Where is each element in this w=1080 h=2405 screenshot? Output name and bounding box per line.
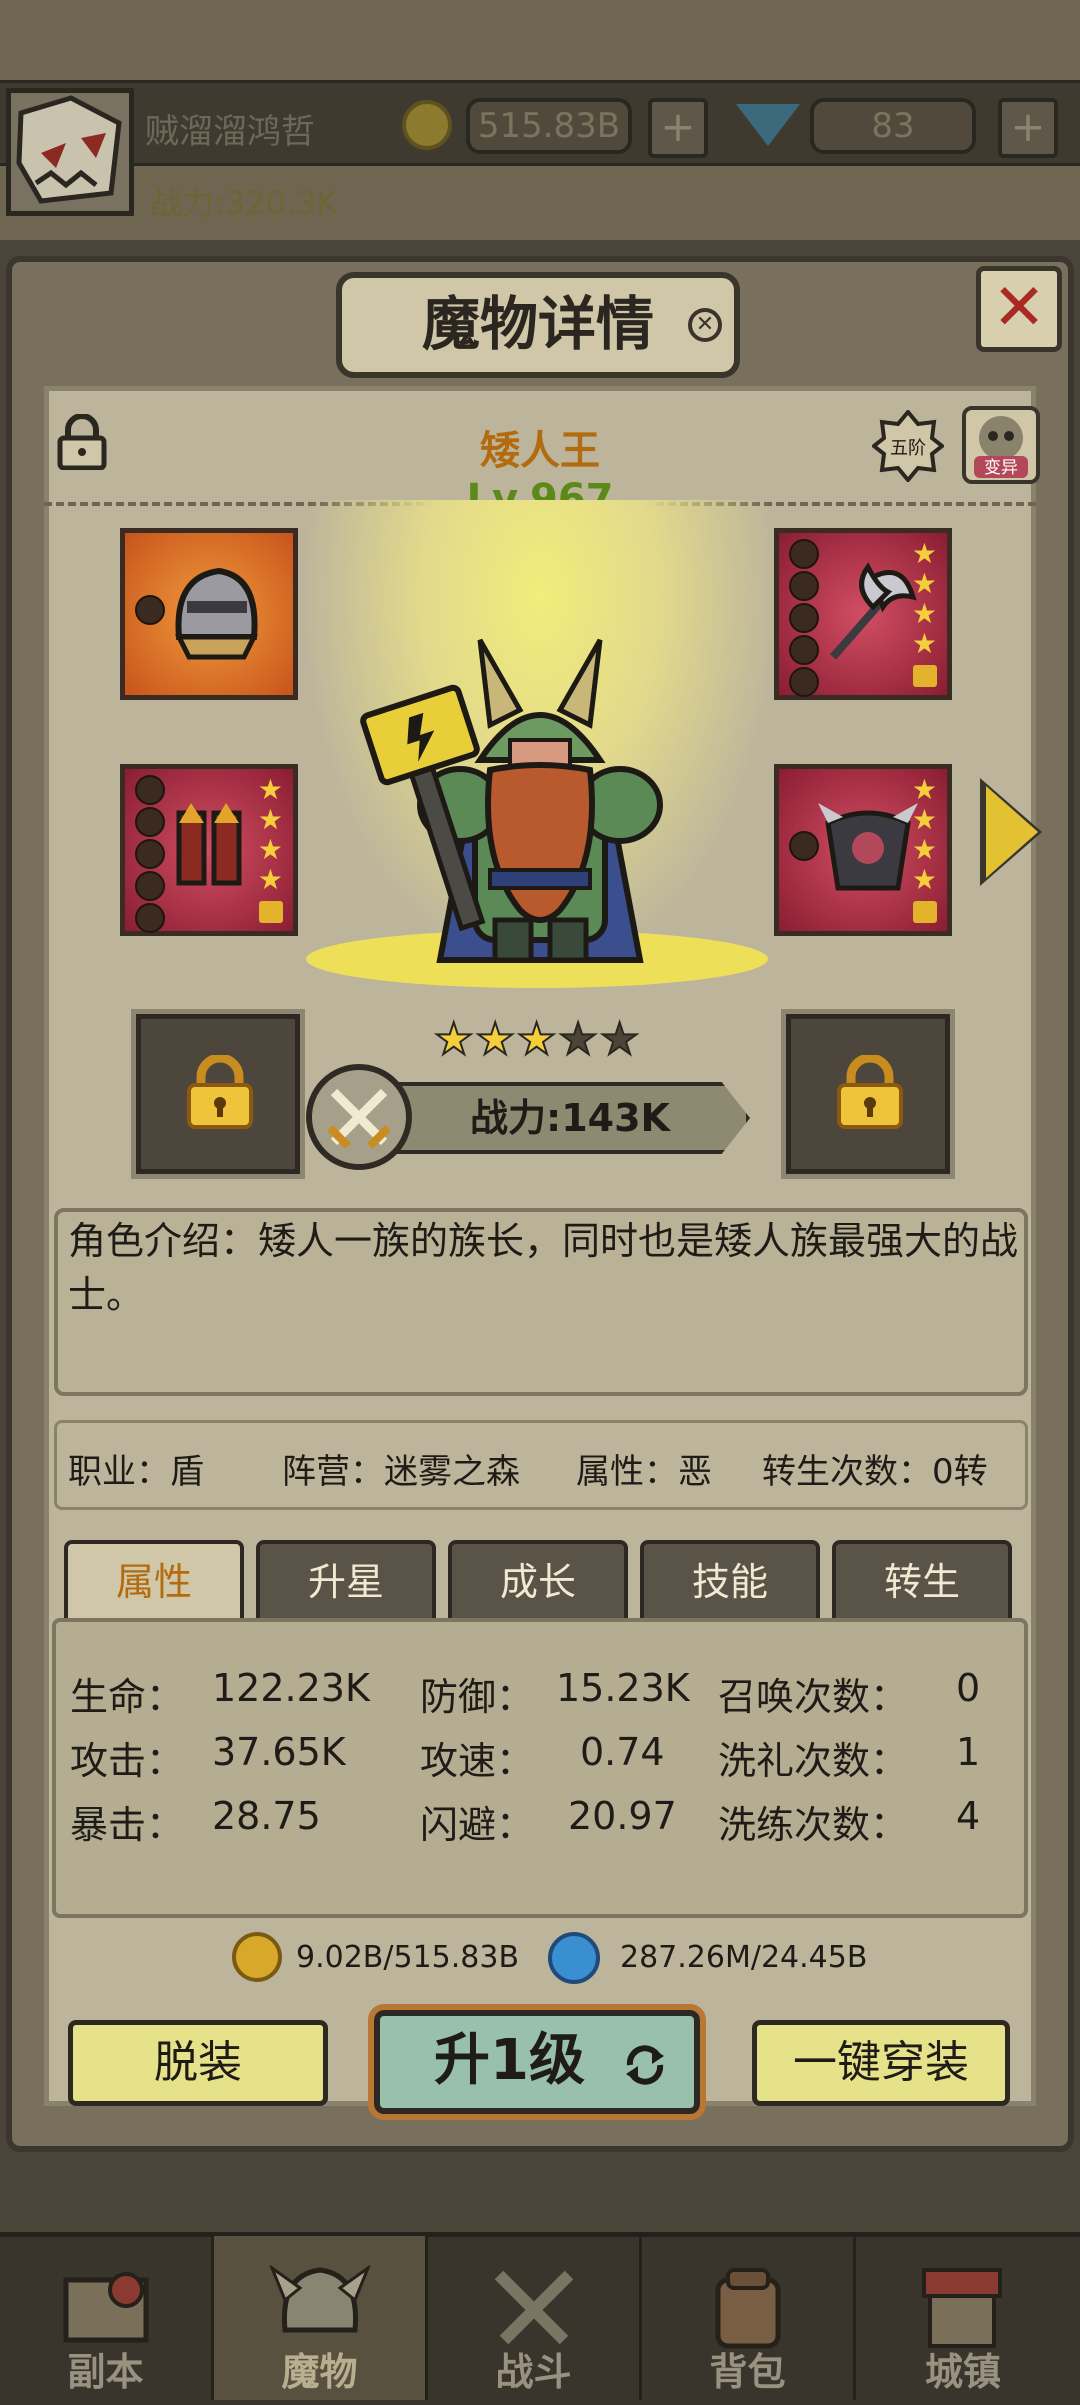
mutate-button[interactable]: 变异 [962, 406, 1040, 484]
shop-icon [922, 2268, 1002, 2348]
panel-title: 魔物详情 [336, 272, 740, 378]
backpack-icon [715, 2268, 781, 2349]
gold-cost: 9.02B/515.83B [296, 1940, 520, 1975]
player-name: 贼溜溜鸿哲 [145, 112, 315, 152]
star-filled-icon: ★ [433, 1014, 474, 1065]
dodge-value: 20.97 [568, 1794, 677, 1838]
dwarf-king-portrait [360, 638, 663, 963]
hp-label: 生命： [70, 1675, 185, 1719]
nav-label: 魔物 [281, 2350, 358, 2394]
crossed-swords-icon [306, 1064, 412, 1170]
helmet-icon [270, 2264, 370, 2333]
summon-label: 召唤次数： [718, 1675, 909, 1719]
nav-label: 战斗 [495, 2350, 572, 2394]
nav-town[interactable]: 城镇 [856, 2236, 1070, 2400]
lock-icon [913, 665, 937, 687]
hp-value: 122.23K [212, 1666, 370, 1710]
padlock-icon [187, 1055, 253, 1129]
rank-label: 五阶 [890, 438, 926, 459]
refresh-icon [626, 2045, 664, 2085]
add-gem-button[interactable]: + [998, 98, 1058, 158]
helmet-icon [174, 567, 259, 660]
nav-label: 副本 [67, 2350, 144, 2394]
attack-value: 37.65K [212, 1730, 346, 1774]
lock-icon [913, 901, 937, 923]
job-info: 职业：盾 [68, 1452, 204, 1492]
tab-rebirth[interactable]: 转生 [832, 1540, 1012, 1622]
lock-icon[interactable] [56, 414, 108, 470]
nav-monsters[interactable]: 魔物 [214, 2236, 428, 2400]
nav-backpack[interactable]: 背包 [642, 2236, 856, 2400]
summon-value: 0 [956, 1666, 981, 1710]
camp-info: 阵营：迷雾之森 [282, 1452, 520, 1492]
gold-coin-icon [402, 100, 452, 150]
defense-label: 防御： [420, 1675, 535, 1719]
attribute-info: 属性：恶 [576, 1452, 712, 1492]
tab-skills[interactable]: 技能 [640, 1540, 820, 1622]
nav-label: 背包 [709, 2350, 786, 2394]
hero-description: 角色介绍：矮人一族的族长，同时也是矮人族最强大的战士。 [68, 1219, 1019, 1317]
lock-icon [259, 901, 283, 923]
diamond-icon [736, 104, 800, 146]
tab-star-up[interactable]: 升星 [256, 1540, 436, 1622]
unequip-button[interactable]: 脱装 [68, 2020, 328, 2106]
star-empty-icon: ★ [599, 1014, 640, 1065]
bolt-icon: ✕ [688, 308, 722, 342]
exp-orb-icon [548, 1932, 600, 1984]
star-empty-icon: ★ [557, 1014, 598, 1065]
gold-coin-icon [232, 1932, 282, 1982]
equip-slot-helmet[interactable] [120, 528, 298, 700]
refine-label: 洗练次数： [718, 1803, 909, 1847]
equip-slot-armor[interactable]: ★ ★ ★ ★ [774, 764, 952, 936]
rebirth-info: 转生次数：0转 [762, 1452, 988, 1492]
map-scroll-icon [63, 2272, 149, 2343]
add-gold-button[interactable]: + [648, 98, 708, 158]
crit-label: 暴击： [70, 1803, 185, 1847]
crit-value: 28.75 [212, 1794, 321, 1838]
star-filled-icon: ★ [474, 1014, 515, 1065]
armor-icon [818, 803, 918, 891]
tab-growth[interactable]: 成长 [448, 1540, 628, 1622]
gem-amount: 83 [810, 98, 976, 154]
locked-slot-right[interactable] [781, 1009, 955, 1179]
crossed-swords-icon [494, 2270, 574, 2345]
next-page-arrow-icon[interactable] [986, 786, 1038, 878]
rank-badge: 五阶 [870, 408, 946, 484]
attack-speed-value: 0.74 [580, 1730, 665, 1774]
hero-power: 战力:143K [470, 1096, 670, 1140]
player-power: 战力:320.3K [150, 184, 338, 222]
nav-label: 城镇 [924, 2350, 1001, 2394]
padlock-icon [837, 1055, 903, 1129]
orb-cost: 287.26M/24.45B [620, 1940, 868, 1975]
nav-dungeon[interactable]: 副本 [0, 2236, 214, 2400]
nav-battle[interactable]: 战斗 [428, 2236, 642, 2400]
boots-icon [176, 803, 242, 886]
refine-value: 4 [956, 1794, 981, 1838]
axe-icon [829, 562, 917, 660]
dodge-label: 闪避： [420, 1803, 535, 1847]
attack-label: 攻击： [70, 1739, 185, 1783]
mutate-label: 变异 [984, 458, 1018, 478]
baptize-value: 1 [956, 1730, 981, 1774]
close-button[interactable]: ✕ [976, 266, 1062, 352]
tab-attributes[interactable]: 属性 [64, 1540, 244, 1622]
hero-name: 矮人王 [480, 428, 600, 474]
defense-value: 15.23K [556, 1666, 690, 1710]
equip-slot-weapon[interactable]: ★ ★ ★ ★ [774, 528, 952, 700]
baptize-label: 洗礼次数： [718, 1739, 909, 1783]
gold-amount: 515.83B [466, 98, 632, 154]
attack-speed-label: 攻速： [420, 1739, 535, 1783]
star-filled-icon: ★ [516, 1014, 557, 1065]
player-avatar[interactable] [6, 88, 134, 216]
equip-all-button[interactable]: 一键穿装 [752, 2020, 1010, 2106]
equip-slot-boots[interactable]: ★ ★ ★ ★ [120, 764, 298, 936]
hero-star-rating: ★ ★ ★ ★ ★ [433, 1014, 640, 1065]
locked-slot-left[interactable] [131, 1009, 305, 1179]
